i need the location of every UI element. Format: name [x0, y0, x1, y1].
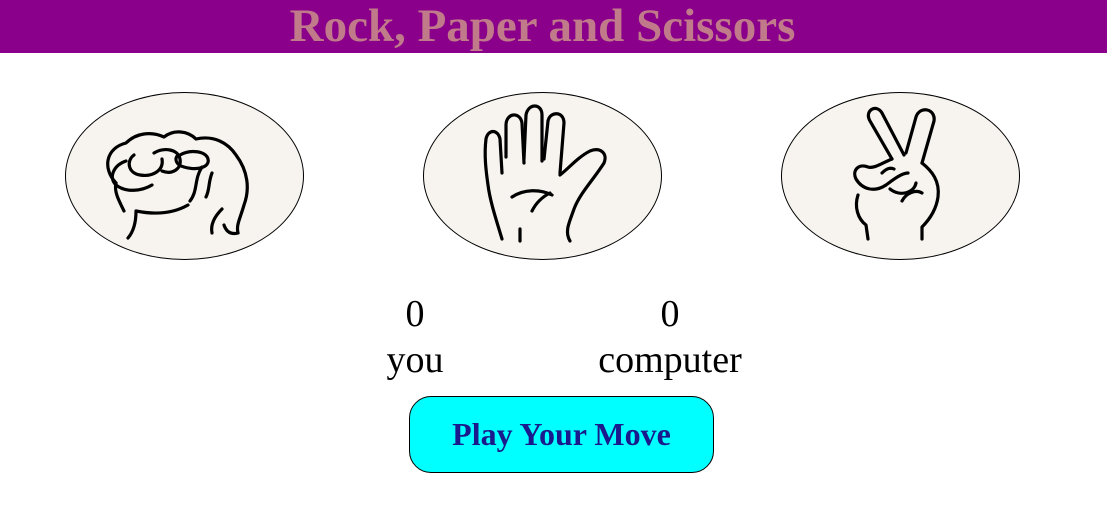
computer-score-block: 0 computer [580, 291, 760, 383]
computer-label: computer [598, 339, 742, 381]
rock-choice[interactable] [65, 92, 304, 260]
play-move-button[interactable]: Play Your Move [409, 396, 714, 473]
header-bar: Rock, Paper and Scissors [0, 0, 1107, 53]
fist-icon [106, 130, 249, 240]
open-hand-icon [483, 104, 607, 243]
computer-score: 0 [660, 293, 680, 335]
paper-choice[interactable] [423, 92, 662, 260]
victory-hand-icon [853, 106, 940, 241]
scissors-choice[interactable] [781, 92, 1020, 260]
user-score: 0 [405, 293, 425, 335]
user-label: you [386, 339, 444, 381]
user-score-block: 0 you [355, 291, 475, 383]
page-title: Rock, Paper and Scissors [289, 0, 796, 52]
